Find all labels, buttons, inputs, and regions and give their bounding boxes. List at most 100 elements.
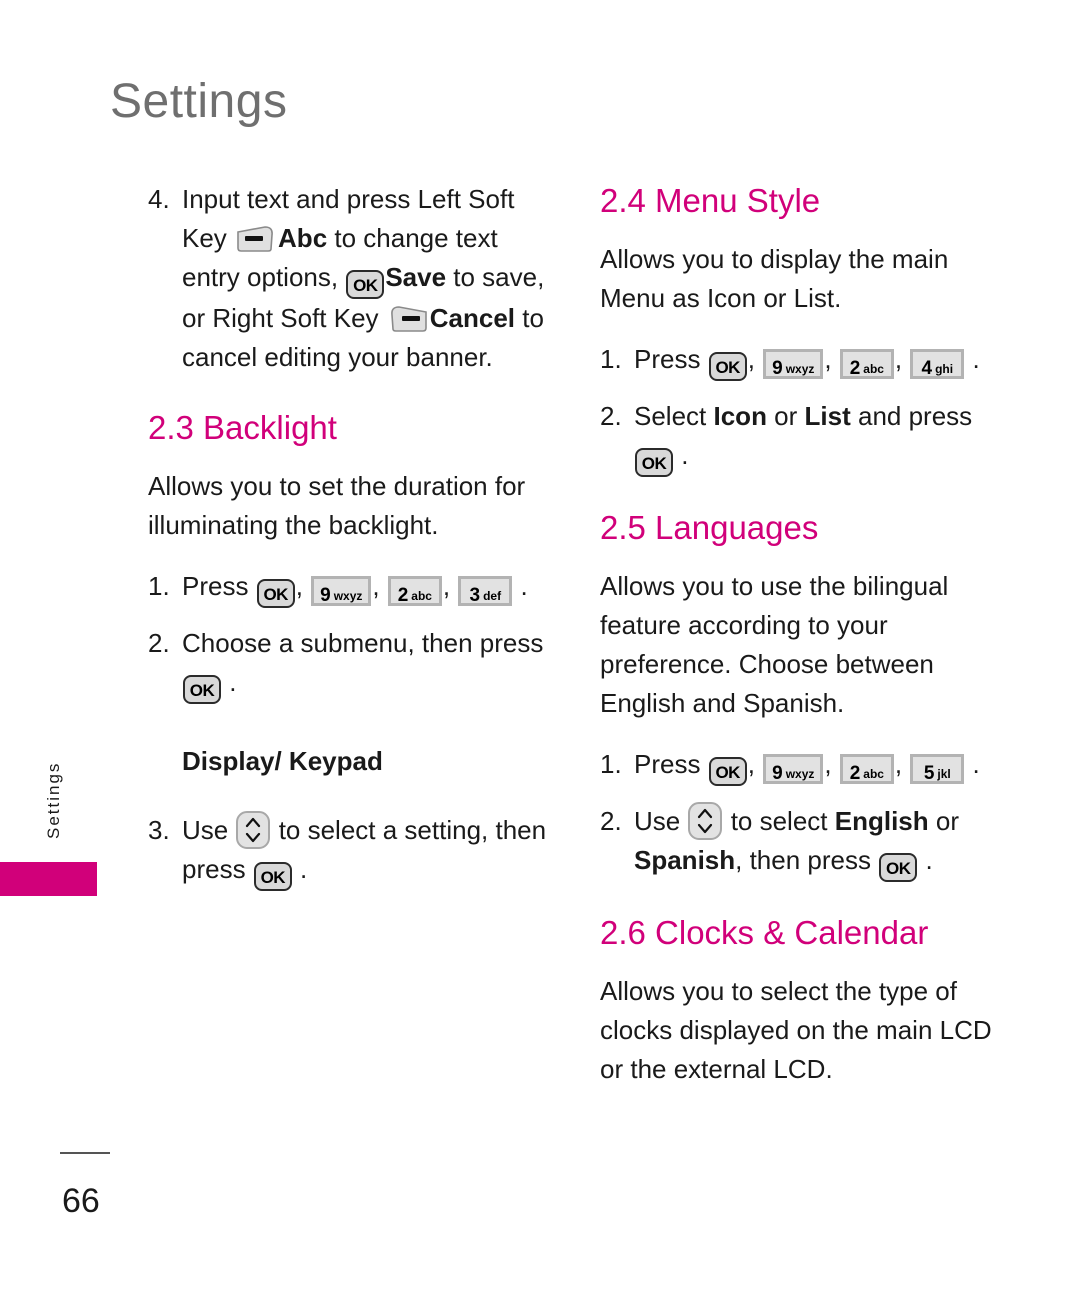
ok-key-icon: OK xyxy=(879,853,918,882)
step-text-part: , xyxy=(747,749,763,779)
step-number: 2. xyxy=(600,401,622,431)
step-text-part: , xyxy=(894,344,910,374)
step-text: Press OK, 9 wxyz, 2 abc, 4 ghi . xyxy=(634,340,1000,381)
step-text-bold: Spanish xyxy=(634,845,736,875)
key-9-wxyz-icon: 9 wxyz xyxy=(763,349,824,379)
step-text: Use to select a setting, then press OK . xyxy=(182,811,560,891)
step-text-bold: Icon xyxy=(713,401,767,431)
key-digit: 3 xyxy=(469,585,481,606)
list-item: 1. Press OK, 9 wxyz, 2 abc, 3 def . xyxy=(148,567,560,608)
section-body-clocks-calendar: Allows you to select the type of clocks … xyxy=(600,976,992,1084)
nav-up-down-key-icon xyxy=(236,811,271,849)
nav-up-down-key-icon xyxy=(688,802,723,840)
step-text-part: , xyxy=(824,344,839,374)
key-3-def-icon: 3 def xyxy=(458,576,513,606)
right-soft-key-icon xyxy=(387,304,429,334)
step-text-part: , xyxy=(747,344,763,374)
step-text-bold: Save xyxy=(385,262,447,292)
key-digit: 4 xyxy=(921,358,933,379)
key-digit: 9 xyxy=(772,358,783,379)
key-2-abc-icon: 2 abc xyxy=(387,576,442,606)
section-heading-backlight: 2.3 Backlight xyxy=(148,409,337,446)
list-item: 2. Use to select English or Spanish, the… xyxy=(600,802,1000,882)
list-item: 4. Input text and press Left Soft Key Ab… xyxy=(148,180,560,377)
list-item: 1. Press OK, 9 wxyz, 2 abc, 4 ghi . xyxy=(600,340,1000,381)
step-text-part: . xyxy=(965,344,980,374)
step-text: Input text and press Left Soft Key Abc t… xyxy=(182,180,560,377)
step-text: Choose a submenu, then press OK . xyxy=(182,624,560,704)
step-text-bold: List xyxy=(804,401,851,431)
step-text-part: , xyxy=(442,571,458,601)
step-text-part: . xyxy=(222,667,237,697)
step-text-part: . xyxy=(674,440,689,470)
step-text-part: or xyxy=(766,401,805,431)
ok-key-icon: OK xyxy=(635,448,673,477)
ok-key-icon: OK xyxy=(346,270,385,299)
step-text-part: and press xyxy=(850,401,973,431)
ok-key-icon: OK xyxy=(183,675,221,704)
list-item: 3. Use to select a setting, then press O… xyxy=(148,811,560,891)
step-text-part: , xyxy=(295,571,311,601)
step-text: Select Icon or List and press OK . xyxy=(634,397,1000,477)
step-text-part: , then press xyxy=(735,845,879,875)
section-body-backlight: Allows you to set the duration for illum… xyxy=(148,471,526,540)
step-number: 1. xyxy=(600,749,622,779)
step-text-part: . xyxy=(965,749,980,779)
step-number: 1. xyxy=(148,571,170,601)
key-digit: 9 xyxy=(772,763,783,784)
step-text-part: Press xyxy=(182,571,256,601)
step-text-part: Press xyxy=(634,749,708,779)
key-letters: def xyxy=(483,589,502,603)
step-text-part: Press xyxy=(634,344,708,374)
ok-key-icon: OK xyxy=(256,579,295,608)
key-digit: 2 xyxy=(849,358,861,379)
step-text-part: Use xyxy=(182,815,236,845)
step-text-part: Select xyxy=(634,401,714,431)
key-2-abc-icon: 2 abc xyxy=(839,754,894,784)
list-item: 2. Choose a submenu, then press OK . xyxy=(148,624,560,704)
step-text-bold: Abc xyxy=(278,223,328,253)
key-letters: abc xyxy=(411,589,432,603)
ok-key-icon: OK xyxy=(708,352,747,381)
section-heading-languages: 2.5 Languages xyxy=(600,509,819,546)
section-body-languages: Allows you to use the bilingual feature … xyxy=(600,571,949,718)
page-number: 66 xyxy=(62,1182,100,1220)
step-text-part: Choose a submenu, then press xyxy=(182,628,544,658)
key-9-wxyz-icon: 9 wxyz xyxy=(763,754,824,784)
key-letters: wxyz xyxy=(785,767,815,781)
key-digit: 2 xyxy=(849,763,861,784)
key-letters: jkl xyxy=(937,767,951,781)
step-number: 1. xyxy=(600,344,622,374)
key-digit: 9 xyxy=(320,585,331,606)
list-item: 1. Press OK, 9 wxyz, 2 abc, 5 jkl . xyxy=(600,745,1000,786)
subsection-heading: Display/ Keypad xyxy=(182,746,383,776)
side-tab-label: Settings xyxy=(44,761,63,839)
step-number: 2. xyxy=(148,628,170,658)
step-text-part: . xyxy=(292,854,308,884)
key-5-jkl-icon: 5 jkl xyxy=(910,754,965,784)
side-tab-marker xyxy=(0,862,97,896)
page-title: Settings xyxy=(110,75,288,128)
step-text: Use to select English or Spanish, then p… xyxy=(634,802,1000,882)
step-text-part: , xyxy=(894,749,910,779)
key-2-abc-icon: 2 abc xyxy=(839,349,894,379)
step-number: 2. xyxy=(600,806,622,836)
key-letters: ghi xyxy=(935,362,954,376)
section-heading-menu-style: 2.4 Menu Style xyxy=(600,182,821,219)
footer-divider xyxy=(60,1152,110,1154)
right-column: 2.4 Menu Style Allows you to display the… xyxy=(600,180,1000,1111)
step-number: 4. xyxy=(148,184,170,214)
step-text-part: . xyxy=(513,571,528,601)
key-9-wxyz-icon: 9 wxyz xyxy=(311,576,372,606)
section-body-menu-style: Allows you to display the main Menu as I… xyxy=(600,244,949,313)
step-text-bold: Cancel xyxy=(429,303,516,333)
step-text-part: to select xyxy=(723,806,835,836)
key-letters: wxyz xyxy=(333,589,363,603)
section-heading-clocks-calendar: 2.6 Clocks & Calendar xyxy=(600,914,929,951)
step-text-part: , xyxy=(824,749,839,779)
key-digit: 2 xyxy=(397,585,409,606)
subsection-heading-row: Display/ Keypad xyxy=(148,720,560,795)
step-text: Press OK, 9 wxyz, 2 abc, 5 jkl . xyxy=(634,745,1000,786)
step-text-part: Use xyxy=(634,806,688,836)
key-letters: abc xyxy=(863,362,884,376)
